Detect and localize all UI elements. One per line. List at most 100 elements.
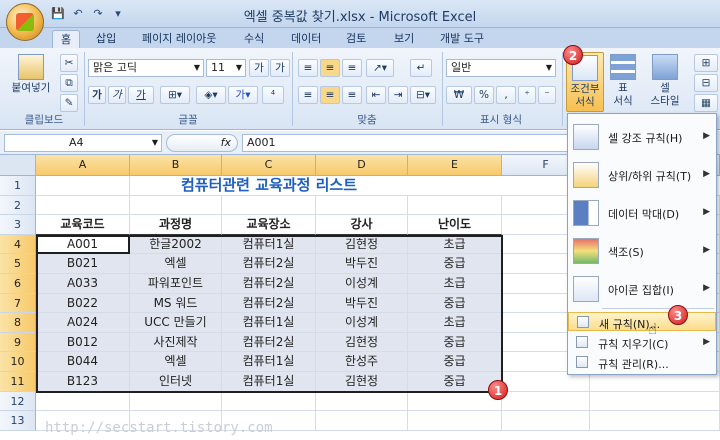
table-cell[interactable]: 중급 <box>408 332 502 353</box>
cell[interactable] <box>502 391 590 412</box>
font-size-select[interactable]: 11 ▼ <box>206 59 246 77</box>
table-cell[interactable]: MS 워드 <box>130 293 222 314</box>
menu-item[interactable]: 색조(S) ▶ <box>568 234 716 268</box>
decrease-indent-icon[interactable]: ⇤ <box>366 86 386 104</box>
cell[interactable] <box>408 195 502 216</box>
row-header[interactable]: 13 <box>0 411 36 431</box>
column-header[interactable]: E <box>408 155 502 176</box>
number-format-select[interactable]: 일반 ▼ <box>446 59 556 77</box>
font-color-icon[interactable]: 가▾ <box>228 86 258 104</box>
bold-button[interactable]: 가 <box>88 86 106 104</box>
table-cell[interactable]: 김현정 <box>316 332 408 353</box>
table-cell[interactable]: 컴퓨터1실 <box>222 352 316 372</box>
table-cell[interactable]: 초급 <box>408 234 502 255</box>
align-right-icon[interactable]: ≡ <box>342 86 362 104</box>
currency-button[interactable]: ₩ <box>446 86 472 104</box>
active-cell[interactable]: A001 <box>36 234 130 255</box>
format-cells-icon[interactable]: ▦ <box>694 94 718 112</box>
shrink-font-button[interactable]: 가 <box>270 59 290 77</box>
increase-decimal-icon[interactable]: ⁺ <box>518 86 536 104</box>
header-cell[interactable]: 난이도 <box>408 215 502 235</box>
header-cell[interactable]: 과정명 <box>130 215 222 235</box>
fill-color-icon[interactable]: ◈▾ <box>196 86 226 104</box>
header-cell[interactable]: 교육장소 <box>222 215 316 235</box>
delete-cells-icon[interactable]: ⊟ <box>694 74 718 92</box>
column-header[interactable]: B <box>130 155 222 176</box>
tab-view[interactable]: 보기 <box>386 30 422 48</box>
menu-item[interactable]: 규칙 관리(R)... <box>568 353 716 372</box>
tab-data[interactable]: 데이터 <box>283 30 329 48</box>
underline-button[interactable]: 가 <box>128 86 154 104</box>
align-left-icon[interactable]: ≡ <box>298 86 318 104</box>
format-painter-icon[interactable]: ✎ <box>60 94 78 112</box>
phonetic-icon[interactable]: ⁴ <box>262 86 284 104</box>
row-header[interactable]: 2 <box>0 195 36 216</box>
table-cell[interactable]: 파워포인트 <box>130 274 222 294</box>
table-cell[interactable]: B021 <box>36 254 130 274</box>
cell[interactable] <box>130 195 222 216</box>
cell[interactable] <box>316 391 408 412</box>
decrease-decimal-icon[interactable]: ⁻ <box>538 86 556 104</box>
table-cell[interactable]: 컴퓨터2실 <box>222 332 316 353</box>
orientation-icon[interactable]: ↗▾ <box>366 59 394 77</box>
row-header[interactable]: 7 <box>0 293 36 314</box>
cell[interactable] <box>222 391 316 412</box>
column-header[interactable]: A <box>36 155 130 176</box>
table-cell[interactable]: 컴퓨터1실 <box>222 372 316 392</box>
table-cell[interactable]: 이성계 <box>316 274 408 294</box>
format-as-table-button[interactable]: 표 서식 <box>606 52 640 108</box>
cell[interactable] <box>408 391 502 412</box>
font-name-select[interactable]: 맑은 고딕 ▼ <box>88 59 204 77</box>
table-cell[interactable]: B022 <box>36 293 130 314</box>
cut-icon[interactable]: ✂ <box>60 54 78 72</box>
cell[interactable] <box>502 411 590 431</box>
table-cell[interactable]: 초급 <box>408 313 502 333</box>
table-cell[interactable]: 엑셀 <box>130 352 222 372</box>
table-cell[interactable]: 컴퓨터1실 <box>222 234 316 255</box>
table-cell[interactable]: A024 <box>36 313 130 333</box>
align-middle-icon[interactable]: ≡ <box>320 59 340 77</box>
insert-function-button[interactable]: fx <box>166 134 238 152</box>
cell[interactable] <box>130 391 222 412</box>
align-bottom-icon[interactable]: ≡ <box>342 59 362 77</box>
increase-indent-icon[interactable]: ⇥ <box>388 86 408 104</box>
table-cell[interactable]: 중급 <box>408 352 502 372</box>
align-top-icon[interactable]: ≡ <box>298 59 318 77</box>
table-cell[interactable]: 사진제작 <box>130 332 222 353</box>
column-header[interactable]: C <box>222 155 316 176</box>
menu-item[interactable]: 규칙 지우기(C) ▶ <box>568 333 716 352</box>
cell[interactable] <box>36 391 130 412</box>
borders-icon[interactable]: ⊞▾ <box>160 86 190 104</box>
row-header[interactable]: 3 <box>0 215 36 235</box>
row-header[interactable]: 11 <box>0 372 36 392</box>
table-cell[interactable]: 한성주 <box>316 352 408 372</box>
table-cell[interactable]: A033 <box>36 274 130 294</box>
row-header[interactable]: 10 <box>0 352 36 372</box>
row-header[interactable]: 6 <box>0 274 36 294</box>
tab-formulas[interactable]: 수식 <box>236 30 272 48</box>
table-cell[interactable]: 컴퓨터1실 <box>222 313 316 333</box>
row-header[interactable]: 9 <box>0 332 36 353</box>
table-cell[interactable]: 박두진 <box>316 254 408 274</box>
table-cell[interactable]: 컴퓨터2실 <box>222 293 316 314</box>
table-cell[interactable]: 중급 <box>408 293 502 314</box>
cell[interactable] <box>590 391 720 412</box>
table-cell[interactable]: UCC 만들기 <box>130 313 222 333</box>
tab-page-layout[interactable]: 페이지 레이아웃 <box>134 30 224 48</box>
paste-button[interactable]: 붙여넣기 <box>8 54 54 95</box>
cell[interactable] <box>316 411 408 431</box>
column-header[interactable]: D <box>316 155 408 176</box>
italic-button[interactable]: 가 <box>108 86 126 104</box>
select-all-corner[interactable] <box>0 155 36 176</box>
cell-styles-button[interactable]: 셀 스타일 <box>642 52 688 108</box>
align-center-icon[interactable]: ≡ <box>320 86 340 104</box>
cell[interactable] <box>408 411 502 431</box>
menu-item[interactable]: 상위/하위 규칙(T) ▶ <box>568 158 716 192</box>
table-cell[interactable]: 초급 <box>408 274 502 294</box>
cell[interactable] <box>36 195 130 216</box>
row-header[interactable]: 4 <box>0 234 36 255</box>
row-header[interactable]: 8 <box>0 313 36 333</box>
table-cell[interactable]: 김현정 <box>316 372 408 392</box>
table-cell[interactable]: 김현정 <box>316 234 408 255</box>
menu-item[interactable]: 셀 강조 규칙(H) ▶ <box>568 120 716 154</box>
